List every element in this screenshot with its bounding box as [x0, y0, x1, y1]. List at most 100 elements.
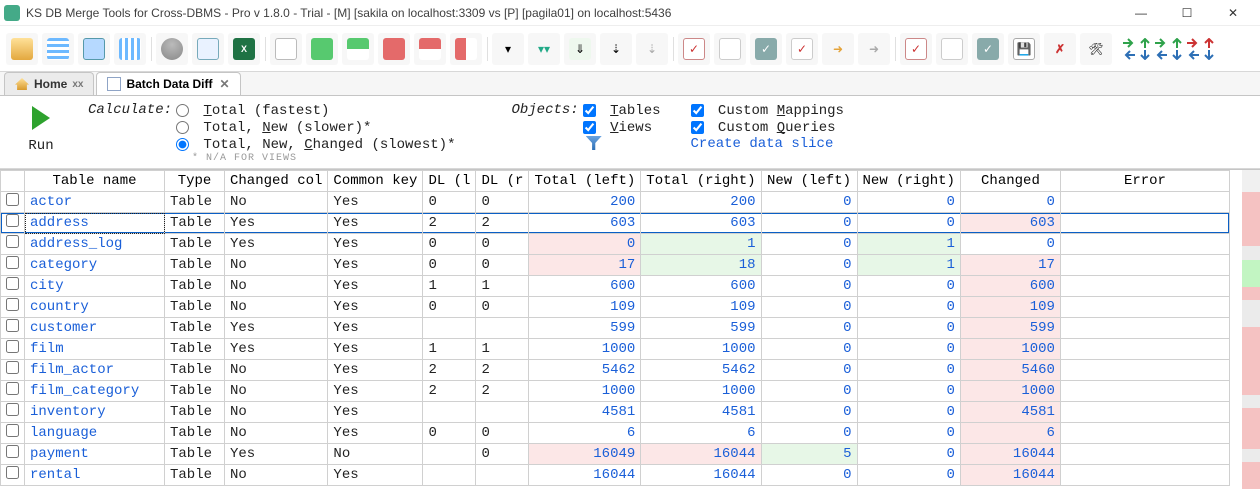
hdr-nl[interactable]: New (left)	[761, 171, 857, 192]
row-checkbox-cell[interactable]	[1, 444, 25, 465]
chk-mappings[interactable]: Custom Mappings	[691, 102, 844, 119]
table-row[interactable]: inventoryTableNoYes45814581004581	[1, 402, 1230, 423]
radio-total-new[interactable]: Total, New (slower)*	[176, 119, 455, 136]
toolbar-tools-icon[interactable]: 🛠	[1080, 33, 1112, 65]
table-row[interactable]: film_actorTableNoYes2254625462005460	[1, 360, 1230, 381]
toolbar-down4-icon[interactable]: ⇣	[600, 33, 632, 65]
toolbar-check6-icon[interactable]	[936, 33, 968, 65]
table-row[interactable]: film_categoryTableNoYes2210001000001000	[1, 381, 1230, 402]
arrow-right-red-icon[interactable]	[1186, 38, 1200, 48]
toolbar-right-icon[interactable]: ➜	[822, 33, 854, 65]
toolbar-block-green2-icon[interactable]	[342, 33, 374, 65]
arrow-down-blue2-icon[interactable]	[1170, 50, 1184, 60]
hdr-chg[interactable]: Changed	[960, 171, 1060, 192]
toolbar-check2-icon[interactable]	[714, 33, 746, 65]
toolbar-refresh-icon[interactable]	[192, 33, 224, 65]
table-row[interactable]: paymentTableYesNo016049160445016044	[1, 444, 1230, 465]
table-row[interactable]: customerTableYesYes59959900599	[1, 318, 1230, 339]
toolbar-check1-icon[interactable]: ✓	[678, 33, 710, 65]
toolbar-block-white-icon[interactable]	[270, 33, 302, 65]
hdr-name[interactable]: Table name	[25, 171, 165, 192]
close-button[interactable]: ✕	[1210, 0, 1256, 26]
table-row[interactable]: countryTableNoYes0010910900109	[1, 297, 1230, 318]
toolbar-check4-icon[interactable]: ✓	[786, 33, 818, 65]
arrow-up-green-icon[interactable]	[1138, 38, 1152, 48]
toolbar-right2-icon[interactable]: ➜	[858, 33, 890, 65]
row-checkbox-cell[interactable]	[1, 423, 25, 444]
row-checkbox-cell[interactable]	[1, 339, 25, 360]
row-checkbox-cell[interactable]	[1, 297, 25, 318]
run-icon[interactable]	[32, 106, 50, 130]
toolbar-block-red2-icon[interactable]	[414, 33, 446, 65]
row-checkbox[interactable]	[6, 235, 19, 248]
arrow-left-blue3-icon[interactable]	[1186, 50, 1200, 60]
hdr-tr[interactable]: Total (right)	[641, 171, 761, 192]
table-row[interactable]: actorTableNoYes00200200000	[1, 192, 1230, 213]
tab-home[interactable]: Home xx	[4, 72, 94, 95]
arrow-right-green2-icon[interactable]	[1154, 38, 1168, 48]
scrollbar[interactable]	[1242, 170, 1260, 489]
toolbar-db-icon[interactable]	[156, 33, 188, 65]
chk-queries[interactable]: Custom Queries	[691, 119, 844, 136]
toolbar-down2-icon[interactable]: ▾▾	[528, 33, 560, 65]
row-checkbox-cell[interactable]	[1, 381, 25, 402]
row-checkbox[interactable]	[6, 193, 19, 206]
arrow-down-blue3-icon[interactable]	[1202, 50, 1216, 60]
toolbar-down1-icon[interactable]: ▾	[492, 33, 524, 65]
row-checkbox-cell[interactable]	[1, 192, 25, 213]
row-checkbox[interactable]	[6, 256, 19, 269]
hdr-dlr[interactable]: DL (r	[476, 171, 529, 192]
hdr-nr[interactable]: New (right)	[857, 171, 960, 192]
chk-views[interactable]: Views	[583, 119, 661, 136]
toolbar-excel-icon[interactable]: X	[228, 33, 260, 65]
arrow-left-blue-icon[interactable]	[1122, 50, 1136, 60]
minimize-button[interactable]: —	[1118, 0, 1164, 26]
row-checkbox[interactable]	[6, 361, 19, 374]
hdr-ckey[interactable]: Common key	[328, 171, 423, 192]
row-checkbox-cell[interactable]	[1, 318, 25, 339]
tab-close-icon[interactable]: ✕	[219, 77, 229, 91]
row-checkbox-cell[interactable]	[1, 255, 25, 276]
hdr-check[interactable]	[1, 171, 25, 192]
row-checkbox[interactable]	[6, 382, 19, 395]
hdr-type[interactable]: Type	[165, 171, 225, 192]
table-row[interactable]: categoryTableNoYes0017180117	[1, 255, 1230, 276]
toolbar-block-green-icon[interactable]	[306, 33, 338, 65]
table-row[interactable]: filmTableYesYes1110001000001000	[1, 339, 1230, 360]
row-checkbox[interactable]	[6, 277, 19, 290]
toolbar-x-icon[interactable]: ✗	[1044, 33, 1076, 65]
row-checkbox[interactable]	[6, 466, 19, 479]
radio-total[interactable]: Total (fastest)	[176, 102, 455, 119]
row-checkbox[interactable]	[6, 214, 19, 227]
toolbar-open-icon[interactable]	[6, 33, 38, 65]
row-checkbox[interactable]	[6, 445, 19, 458]
filter-icon[interactable]	[586, 136, 602, 150]
arrow-up-red-icon[interactable]	[1202, 38, 1216, 48]
arrow-down-blue-icon[interactable]	[1138, 50, 1152, 60]
row-checkbox-cell[interactable]	[1, 213, 25, 234]
toolbar-down5-icon[interactable]: ⇣	[636, 33, 668, 65]
toolbar-block-red-icon[interactable]	[378, 33, 410, 65]
arrow-left-blue2-icon[interactable]	[1154, 50, 1168, 60]
arrow-up-green2-icon[interactable]	[1170, 38, 1184, 48]
table-row[interactable]: cityTableNoYes1160060000600	[1, 276, 1230, 297]
toolbar-save-icon[interactable]: 💾	[1008, 33, 1040, 65]
toolbar-check3-icon[interactable]: ✓	[750, 33, 782, 65]
toolbar-check7-icon[interactable]: ✓	[972, 33, 1004, 65]
arrow-right-green-icon[interactable]	[1122, 38, 1136, 48]
toolbar-table1-icon[interactable]	[42, 33, 74, 65]
table-row[interactable]: languageTableNoYes0066006	[1, 423, 1230, 444]
row-checkbox-cell[interactable]	[1, 402, 25, 423]
toolbar-check5-icon[interactable]: ✓	[900, 33, 932, 65]
row-checkbox-cell[interactable]	[1, 360, 25, 381]
create-data-slice-link[interactable]: Create data slice	[691, 136, 834, 152]
toolbar-select-icon[interactable]	[78, 33, 110, 65]
row-checkbox-cell[interactable]	[1, 465, 25, 486]
toolbar-grid-icon[interactable]	[114, 33, 146, 65]
row-checkbox[interactable]	[6, 424, 19, 437]
tab-batch-data-diff[interactable]: Batch Data Diff ✕	[96, 72, 240, 95]
radio-total-new-changed[interactable]: Total, New, Changed (slowest)*	[176, 136, 455, 153]
hdr-err[interactable]: Error	[1060, 171, 1229, 192]
maximize-button[interactable]: ☐	[1164, 0, 1210, 26]
toolbar-block-red3-icon[interactable]	[450, 33, 482, 65]
